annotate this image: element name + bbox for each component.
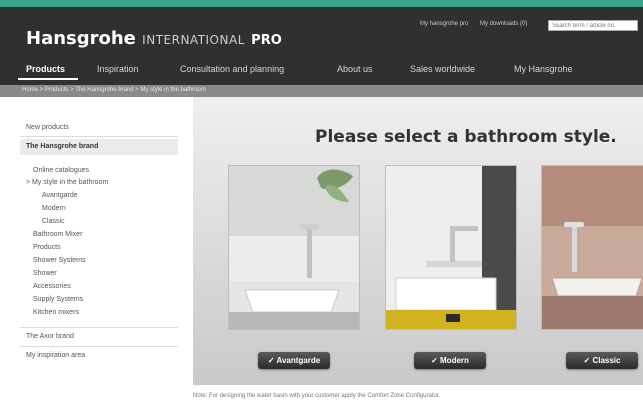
brand-logo[interactable]: Hansgrohe INTERNATIONAL PRO (26, 28, 282, 49)
sidebar-divider (20, 327, 178, 328)
brand-name: Hansgrohe (26, 28, 136, 49)
active-nav-indicator (18, 78, 78, 80)
sidebar-item-inspiration-area[interactable]: My inspiration area (26, 352, 85, 359)
avantgarde-bathroom-photo (229, 166, 359, 329)
modern-style-image[interactable] (385, 165, 517, 330)
sidebar-divider (20, 346, 178, 347)
my-downloads-link[interactable]: My downloads (0) (480, 21, 527, 27)
sidebar-divider (20, 136, 178, 137)
my-hansgrohe-pro-link[interactable]: My hansgrohe pro (420, 21, 468, 27)
sidebar-item-shower-systems[interactable]: Shower Systems (33, 257, 86, 264)
nav-sales-worldwide[interactable]: Sales worldwide (410, 64, 475, 74)
accent-strip (0, 0, 643, 7)
sidebar-item-accessories[interactable]: Accessories (33, 283, 71, 290)
sidebar-item-axor-brand[interactable]: The Axor brand (26, 333, 74, 340)
footnote-text: Note: For designing the water basin with… (193, 393, 441, 399)
brand-sub: INTERNATIONAL (142, 33, 245, 47)
avantgarde-style-image[interactable] (228, 165, 360, 330)
modern-button[interactable]: ✓ Modern (414, 352, 486, 369)
modern-bathroom-photo (386, 166, 516, 329)
avantgarde-button[interactable]: ✓ Avantgarde (258, 352, 330, 369)
nav-consultation[interactable]: Consultation and planning (180, 64, 284, 74)
nav-products[interactable]: Products (26, 64, 65, 74)
search-input[interactable] (548, 20, 638, 31)
sidebar-item-kitchen-mixers[interactable]: Kitchen mixers (33, 309, 79, 316)
classic-style-image[interactable] (541, 165, 643, 330)
sidebar-item-shower[interactable]: Shower (33, 270, 57, 277)
nav-about-us[interactable]: About us (337, 64, 373, 74)
sidebar-item-my-style[interactable]: > My style in the bathroom (26, 179, 108, 186)
sidebar-item-products[interactable]: Products (33, 244, 61, 251)
sidebar-item-classic[interactable]: Classic (42, 218, 65, 225)
brand-pro: PRO (251, 33, 282, 48)
breadcrumb[interactable]: Home > Products > The Hansgrohe brand > … (22, 87, 206, 93)
sidebar-item-avantgarde[interactable]: Avantgarde (42, 192, 78, 199)
sidebar-item-supply-systems[interactable]: Supply Systems (33, 296, 83, 303)
page-title: Please select a bathroom style. (315, 127, 617, 147)
sidebar-item-new-products[interactable]: New products (26, 124, 69, 131)
sidebar-item-online-catalogues[interactable]: Online catalogues (33, 167, 89, 174)
nav-my-hansgrohe[interactable]: My Hansgrohe (514, 64, 573, 74)
classic-bathroom-photo (542, 166, 643, 329)
sidebar-item-modern[interactable]: Modern (42, 205, 66, 212)
sidebar-item-hansgrohe-brand[interactable]: The Hansgrohe brand (20, 139, 178, 155)
classic-button[interactable]: ✓ Classic (566, 352, 638, 369)
sidebar-item-bathroom-mixer[interactable]: Bathroom Mixer (33, 231, 82, 238)
nav-inspiration[interactable]: Inspiration (97, 64, 139, 74)
